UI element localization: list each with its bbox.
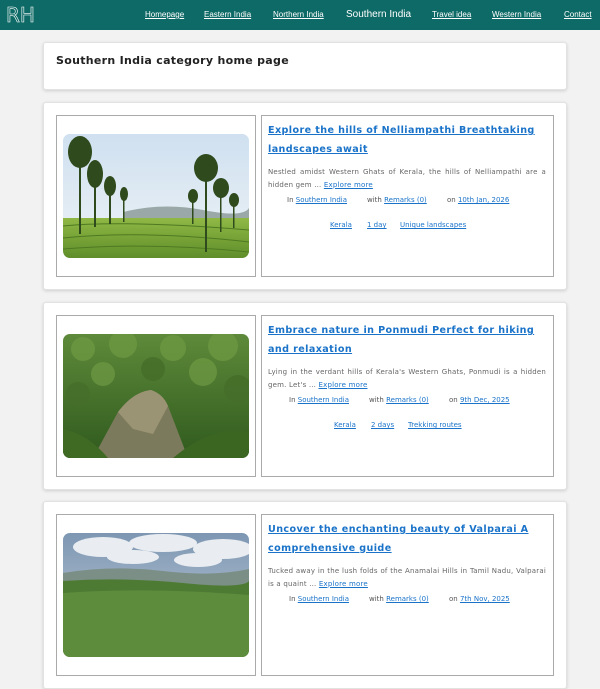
post-excerpt: Lying in the verdant hills of Kerala's W… (268, 366, 546, 391)
category-meta: In Southern India (289, 595, 349, 603)
on-label: on (449, 595, 458, 603)
remarks-meta: with Remarks (0) (369, 396, 429, 404)
tag-link[interactable]: Trekking routes (408, 421, 462, 429)
tag-link[interactable]: Unique landscapes (400, 221, 466, 229)
post-excerpt: Tucked away in the lush folds of the Ana… (268, 565, 546, 590)
post-title-link[interactable]: Embrace nature in Ponmudi Perfect for hi… (268, 322, 548, 359)
top-navigation-bar: RH Homepage Eastern India Northern India… (0, 0, 600, 30)
nav-northern-india[interactable]: Northern India (273, 10, 324, 19)
nav-eastern-india[interactable]: Eastern India (204, 10, 251, 19)
explore-more-link[interactable]: Explore more (324, 181, 373, 189)
explore-more-link[interactable]: Explore more (319, 580, 368, 588)
tag-link[interactable]: 1 day (367, 221, 387, 229)
page-title: Southern India category home page (56, 54, 289, 67)
post-card: Uncover the enchanting beauty of Valpara… (43, 501, 567, 689)
on-label: on (449, 396, 458, 404)
excerpt-text: Lying in the verdant hills of Kerala's W… (268, 368, 546, 389)
with-label: with (369, 396, 384, 404)
post-image[interactable] (63, 533, 249, 657)
post-image-frame (56, 514, 256, 676)
nav-southern-india[interactable]: Southern India (346, 9, 411, 20)
explore-more-link[interactable]: Explore more (318, 381, 367, 389)
post-image-frame (56, 115, 256, 277)
in-label: In (289, 396, 296, 404)
category-link[interactable]: Southern India (298, 396, 349, 404)
in-label: In (287, 196, 294, 204)
category-meta: In Southern India (289, 396, 349, 404)
remarks-meta: with Remarks (0) (369, 595, 429, 603)
tag-link[interactable]: Kerala (334, 421, 356, 429)
remarks-link[interactable]: Remarks (0) (386, 396, 429, 404)
post-card: Embrace nature in Ponmudi Perfect for hi… (43, 302, 567, 490)
date-meta: on 10th Jan, 2026 (447, 196, 509, 204)
date-link[interactable]: 10th Jan, 2026 (458, 196, 509, 204)
with-label: with (369, 595, 384, 603)
category-meta: In Southern India (287, 196, 347, 204)
post-title-link[interactable]: Explore the hills of Nelliampathi Breath… (268, 122, 548, 159)
category-link[interactable]: Southern India (298, 595, 349, 603)
category-title-card: Southern India category home page (43, 42, 567, 90)
remarks-meta: with Remarks (0) (367, 196, 427, 204)
nav-homepage[interactable]: Homepage (145, 10, 184, 19)
nav-travel-idea[interactable]: Travel idea (432, 10, 471, 19)
site-logo[interactable]: RH (6, 4, 36, 27)
with-label: with (367, 196, 382, 204)
post-card: Explore the hills of Nelliampathi Breath… (43, 102, 567, 290)
post-content: Uncover the enchanting beauty of Valpara… (261, 514, 554, 676)
date-meta: on 7th Nov, 2025 (449, 595, 510, 603)
post-excerpt: Nestled amidst Western Ghats of Kerala, … (268, 166, 546, 191)
tag-link[interactable]: Kerala (330, 221, 352, 229)
post-content: Explore the hills of Nelliampathi Breath… (261, 115, 554, 277)
tag-link[interactable]: 2 days (371, 421, 394, 429)
post-title-link[interactable]: Uncover the enchanting beauty of Valpara… (268, 521, 548, 558)
nav-western-india[interactable]: Western India (492, 10, 541, 19)
post-image[interactable] (63, 134, 249, 258)
on-label: on (447, 196, 456, 204)
post-image-frame (56, 315, 256, 477)
excerpt-text: Tucked away in the lush folds of the Ana… (268, 567, 546, 588)
in-label: In (289, 595, 296, 603)
date-meta: on 9th Dec, 2025 (449, 396, 510, 404)
remarks-link[interactable]: Remarks (0) (386, 595, 429, 603)
excerpt-text: Nestled amidst Western Ghats of Kerala, … (268, 168, 546, 189)
remarks-link[interactable]: Remarks (0) (384, 196, 427, 204)
nav-contact[interactable]: Contact (564, 10, 592, 19)
post-content: Embrace nature in Ponmudi Perfect for hi… (261, 315, 554, 477)
date-link[interactable]: 9th Dec, 2025 (460, 396, 510, 404)
category-link[interactable]: Southern India (296, 196, 347, 204)
date-link[interactable]: 7th Nov, 2025 (460, 595, 510, 603)
post-image[interactable] (63, 334, 249, 458)
